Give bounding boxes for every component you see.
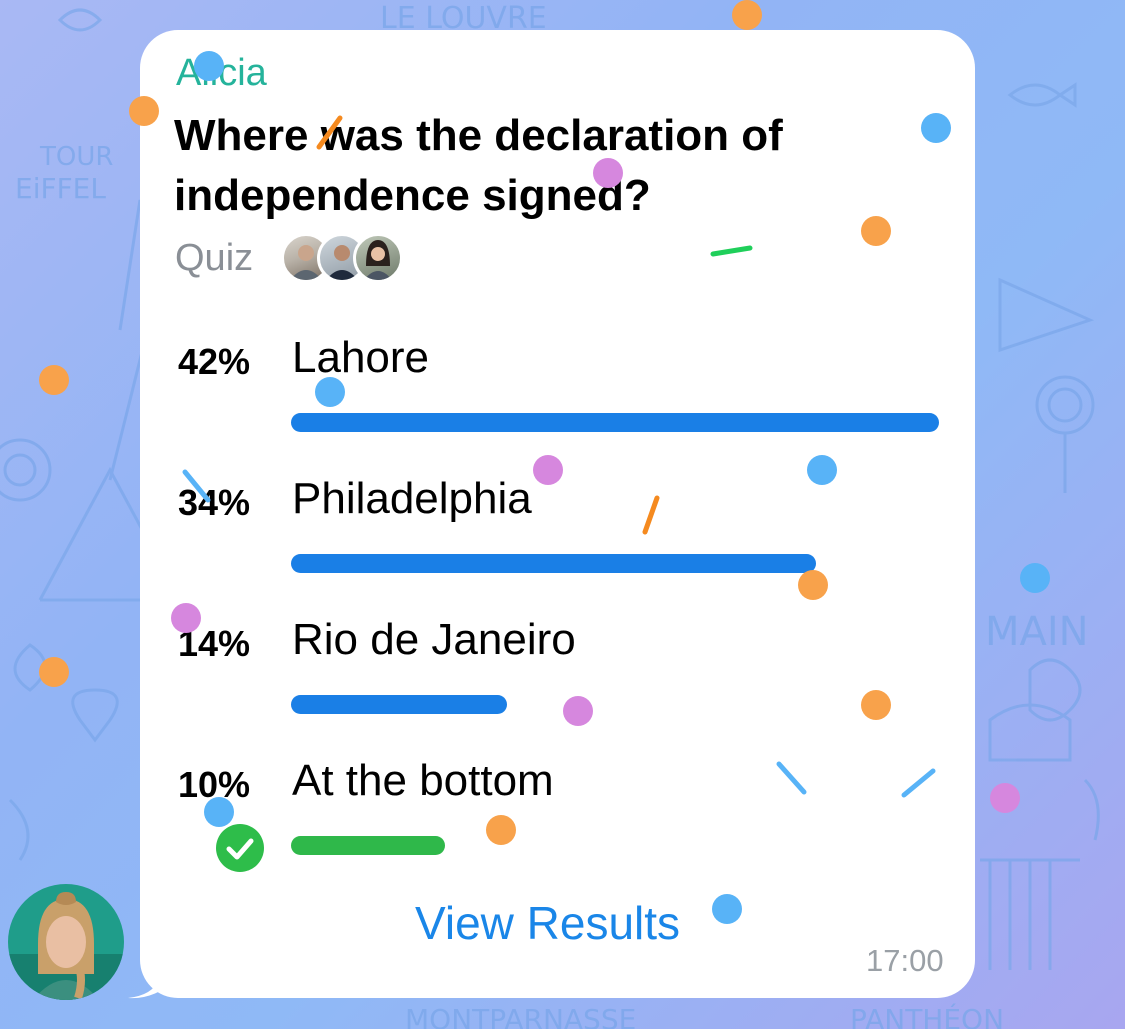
option-result-bar — [291, 413, 939, 432]
option-label: Lahore — [292, 333, 430, 382]
svg-text:MONTPARNASSE: MONTPARNASSE — [405, 1003, 636, 1029]
sender-avatar[interactable] — [8, 884, 124, 1000]
poll-meta: Quiz — [175, 233, 404, 283]
svg-text:MAIN: MAIN — [985, 609, 1089, 655]
option-label: Rio de Janeiro — [292, 615, 576, 664]
option-percent: 10% — [178, 764, 251, 805]
voter-avatar[interactable] — [353, 233, 404, 283]
message-time: 17:00 — [866, 943, 944, 978]
svg-text:EiFFEL: EiFFEL — [15, 172, 106, 205]
poll-question: Where was the declaration of independenc… — [174, 111, 783, 220]
poll-type-label: Quiz — [175, 236, 254, 279]
option-result-bar — [291, 836, 445, 855]
svg-text:PANTHÉON: PANTHÉON — [850, 1002, 1004, 1029]
option-percent: 34% — [178, 482, 251, 523]
checkmark-icon — [216, 824, 264, 872]
option-label: At the bottom — [292, 756, 554, 805]
option-label: Philadelphia — [292, 474, 532, 523]
svg-text:TOUR: TOUR — [39, 142, 113, 172]
option-percent: 42% — [178, 341, 251, 382]
option-result-bar — [291, 695, 507, 714]
option-result-bar — [291, 554, 816, 573]
option-percent: 14% — [178, 623, 251, 664]
view-results-button[interactable]: View Results — [415, 896, 680, 950]
sender-name[interactable]: Alicia — [176, 52, 267, 95]
